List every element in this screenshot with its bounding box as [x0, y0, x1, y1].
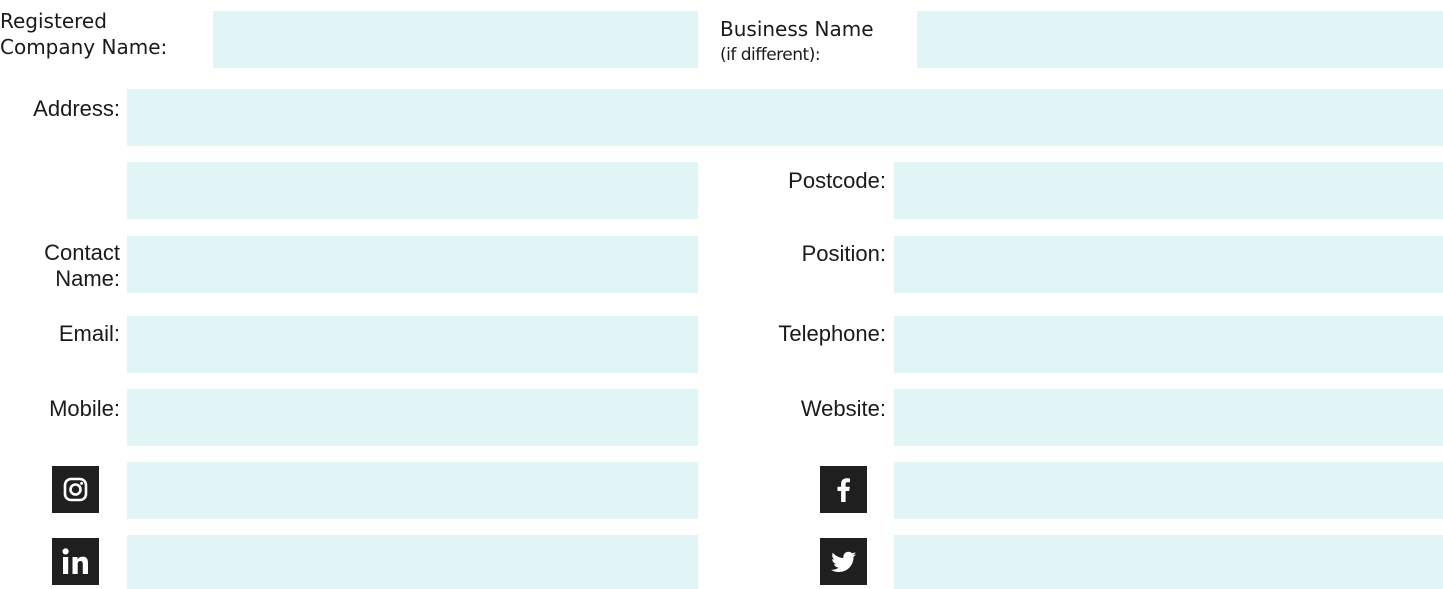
- website-label: Website:: [800, 396, 886, 421]
- business-name-input[interactable]: [917, 11, 1443, 68]
- telephone-label: Telephone:: [778, 321, 886, 346]
- business-name-label: Business Name (if different):: [720, 16, 874, 68]
- postcode-input[interactable]: [894, 162, 1443, 219]
- instagram-input[interactable]: [127, 462, 698, 519]
- mobile-label: Mobile:: [49, 396, 120, 421]
- facebook-input[interactable]: [894, 462, 1443, 519]
- address-label: Address:: [33, 96, 120, 121]
- contact-name-label: Contact Name:: [0, 240, 120, 292]
- email-input[interactable]: [127, 316, 698, 373]
- registered-company-name-label: Registered Company Name:: [0, 8, 167, 60]
- address-line2-input[interactable]: [127, 162, 698, 219]
- registered-company-label-line2: Company Name:: [0, 35, 168, 59]
- contact-name-label-line1: Contact: [44, 240, 120, 265]
- contact-name-label-line2: Name:: [55, 266, 120, 291]
- postcode-label: Postcode:: [788, 168, 886, 193]
- business-name-label-line1: Business Name: [720, 17, 874, 41]
- business-name-label-line2: (if different):: [720, 45, 821, 65]
- telephone-input[interactable]: [894, 316, 1443, 373]
- linkedin-icon: [52, 538, 99, 585]
- email-label: Email:: [58, 321, 120, 346]
- twitter-icon: [820, 538, 867, 585]
- registered-company-label-line1: Registered: [0, 9, 107, 33]
- linkedin-input[interactable]: [127, 535, 698, 589]
- mobile-input[interactable]: [127, 389, 698, 446]
- address-line1-input[interactable]: [127, 89, 1443, 146]
- website-input[interactable]: [894, 389, 1443, 446]
- position-label: Position:: [801, 241, 886, 266]
- facebook-icon: [820, 466, 867, 513]
- contact-name-input[interactable]: [127, 236, 698, 293]
- instagram-icon: [52, 466, 99, 513]
- position-input[interactable]: [894, 236, 1443, 293]
- registered-company-name-input[interactable]: [213, 11, 698, 68]
- twitter-input[interactable]: [894, 535, 1443, 589]
